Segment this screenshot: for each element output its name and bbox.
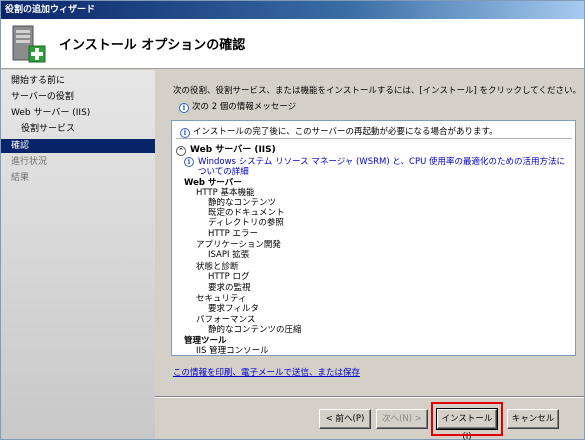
wizard-window: 役割の追加ウィザード インストール オプションの確認 開始する前に サーバーの役… [0, 0, 585, 440]
divider [155, 397, 584, 398]
confirmation-panel[interactable]: i インストールの完了後に、このサーバーの再起動が必要になる場合があります。 ⌃ W… [171, 120, 576, 356]
wizard-steps: 開始する前に サーバーの役割 Web サーバー (IIS) 役割サービス 確認 … [1, 70, 155, 439]
tree-item: HTTP ログ [208, 272, 250, 282]
server-add-icon [12, 25, 46, 63]
tree-item: HTTP 基本機能 [196, 188, 255, 198]
tree-item: ISAPI 拡張 [208, 250, 250, 260]
wizard-header: インストール オプションの確認 [1, 19, 584, 69]
tree-item: 管理ツール [184, 336, 227, 346]
step-web-server[interactable]: Web サーバー (IIS) [1, 106, 155, 120]
cancel-button[interactable]: キャンセル [507, 409, 559, 429]
page-title: インストール オプションの確認 [59, 38, 246, 53]
restart-note-text: インストールの完了後に、このサーバーの再起動が必要になる場合があります。 [193, 127, 498, 137]
tree-item: アプリケーション開発 [196, 240, 281, 250]
tree-item: Web サーバー [184, 178, 242, 188]
tree-item: セキュリティ [196, 294, 247, 304]
back-button[interactable]: < 前へ(P) [319, 409, 371, 429]
tree-item: 要求フィルタ [208, 304, 259, 314]
step-confirmation[interactable]: 確認 [1, 139, 155, 153]
print-email-save-link[interactable]: この情報を印刷、電子メールで送信、または保存 [173, 366, 360, 378]
tree-item: パフォーマンス [196, 315, 256, 325]
info-icon: i [179, 103, 189, 113]
install-highlight-box [431, 402, 503, 436]
tree-item: HTTP エラー [208, 229, 258, 239]
step-before-you-begin[interactable]: 開始する前に [1, 74, 155, 88]
collapse-icon[interactable]: ⌃ [176, 146, 186, 156]
restart-note: i インストールの完了後に、このサーバーの再起動が必要になる場合があります。 [180, 125, 498, 138]
message-count: i 次の 2 個の情報メッセージ [179, 100, 296, 113]
tree-item: IIS 管理コンソール [196, 346, 269, 356]
step-progress: 進行状況 [11, 157, 48, 167]
tree-item: 静的なコンテンツ [208, 198, 277, 208]
step-results: 結果 [11, 173, 30, 183]
divider [176, 138, 572, 139]
wsrm-link[interactable]: Windows システム リソース マネージャ (WSRM) と、CPU 使用率… [184, 157, 569, 177]
tree-item: ディレクトリの参照 [208, 218, 284, 228]
tree-item: 状態と診断 [196, 262, 239, 272]
tree-item: 既定のドキュメント [208, 208, 285, 218]
info-icon: i [180, 128, 190, 138]
tree-item: 静的なコンテンツの圧縮 [208, 325, 302, 335]
step-server-roles[interactable]: サーバーの役割 [1, 90, 155, 104]
message-count-text: 次の 2 個の情報メッセージ [192, 102, 297, 112]
intro-text: 次の役割、役割サービス、または機能をインストールするには、[インストール] をク… [173, 86, 581, 96]
main-content: 次の役割、役割サービス、または機能をインストールするには、[インストール] をク… [155, 70, 584, 396]
next-button: 次へ(N) > [376, 409, 428, 429]
section-title: Web サーバー (IIS) [190, 145, 276, 155]
wsrm-info: i Windows システム リソース マネージャ (WSRM) と、CPU 使… [184, 157, 569, 177]
info-icon: i [184, 157, 194, 167]
section-header[interactable]: ⌃ Web サーバー (IIS) [176, 142, 276, 156]
step-role-services[interactable]: 役割サービス [1, 122, 155, 136]
tree-item: 要求の監視 [208, 283, 251, 293]
window-title: 役割の追加ウィザード [1, 1, 584, 19]
